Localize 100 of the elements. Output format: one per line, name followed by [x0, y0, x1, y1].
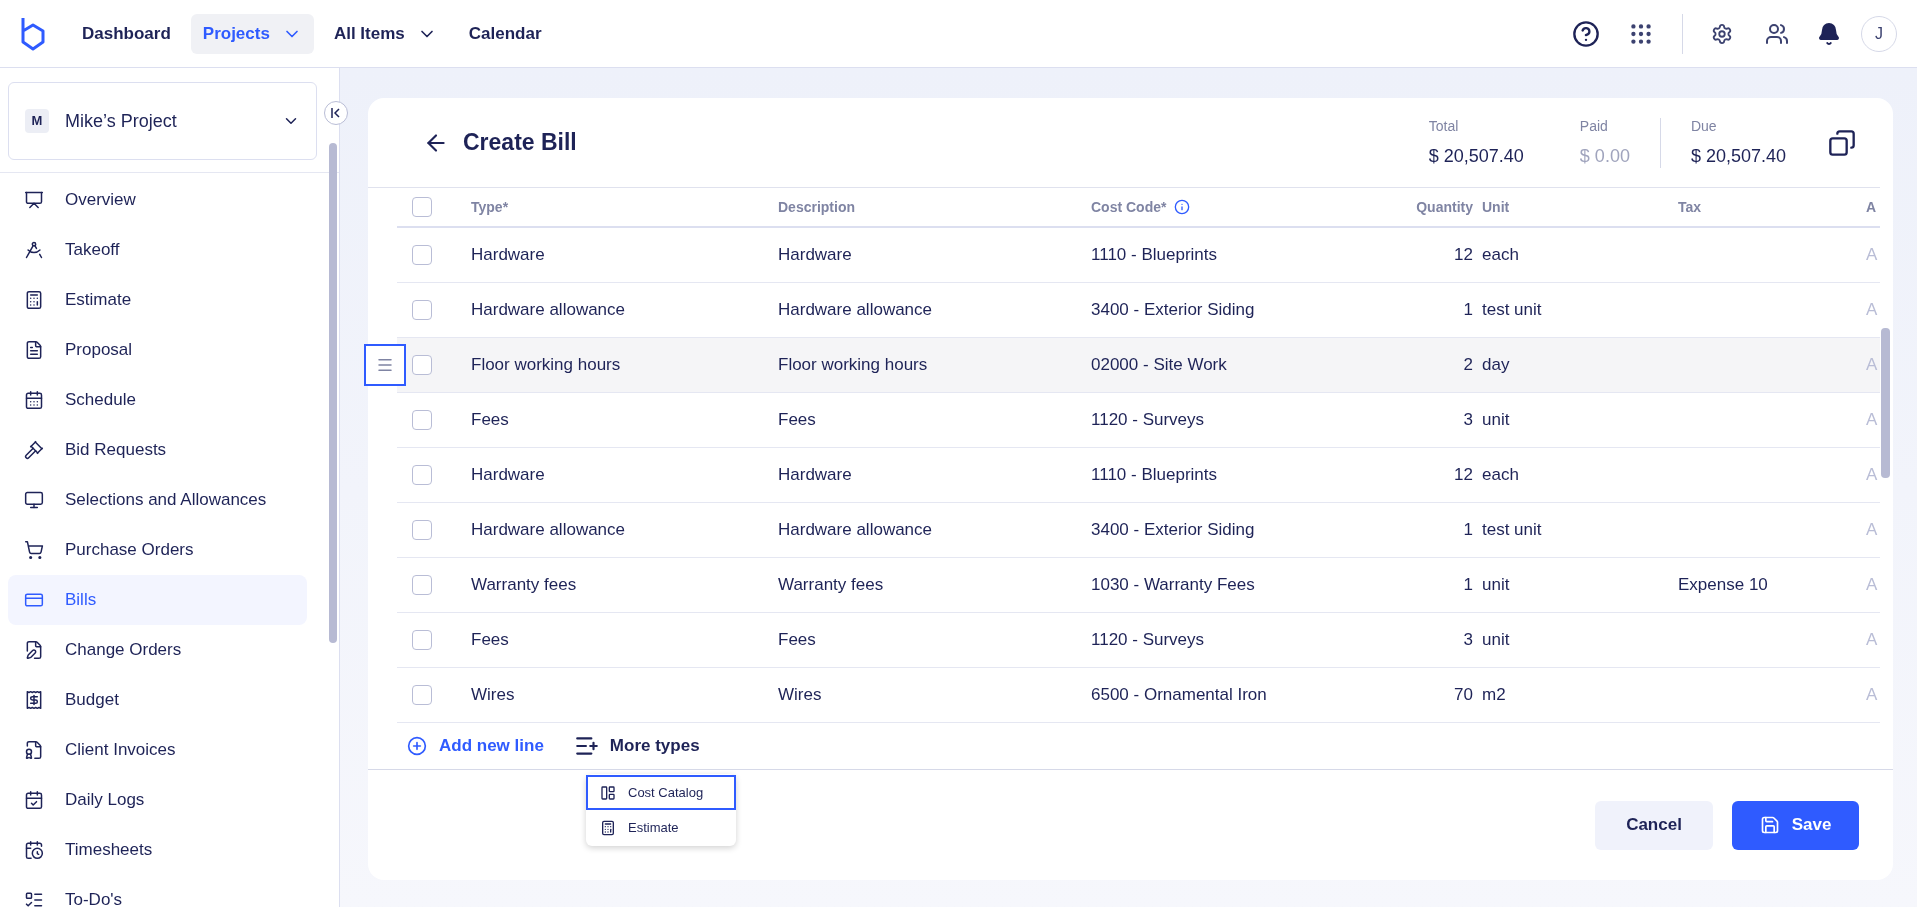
card-icon: [24, 590, 44, 610]
drag-handle[interactable]: [364, 344, 406, 386]
table-cell: Hardware: [471, 245, 545, 265]
table-row[interactable]: Floor working hours Floor working hours 02000 - Site Work 2 day A: [397, 338, 1880, 393]
total-value: $ 0.00: [1579, 144, 1630, 168]
table-cell: Wires: [471, 685, 515, 705]
table-row[interactable]: Hardware allowance Hardware allowance 3400 - Exterior Siding 1 test unit A: [397, 503, 1880, 558]
table-row[interactable]: Hardware Hardware 1110 - Blueprints 12 each A: [397, 228, 1880, 283]
column-header: Unit: [1482, 198, 1510, 215]
easel-icon: [24, 190, 44, 210]
sidebar-item[interactable]: Estimate: [8, 275, 307, 325]
table-row[interactable]: Hardware Hardware 1110 - Blueprints 12 each A: [397, 448, 1880, 503]
select-all-checkbox[interactable]: [412, 197, 432, 217]
users-icon[interactable]: [1765, 21, 1789, 46]
table-cell: test unit: [1482, 300, 1542, 320]
help-icon[interactable]: [1572, 19, 1600, 48]
table-cell: A: [1866, 630, 1878, 650]
nav-tab[interactable]: Calendar: [456, 13, 554, 54]
table-cell: Hardware allowance: [471, 300, 626, 320]
total-value: $ 20,507.40: [1690, 144, 1786, 168]
table-row[interactable]: Fees Fees 1120 - Surveys 3 unit A: [397, 393, 1880, 448]
sidebar-item[interactable]: Client Invoices: [8, 725, 307, 775]
gavel-icon: [24, 440, 44, 460]
nav-tab[interactable]: Projects: [190, 13, 314, 54]
row-checkbox[interactable]: [412, 410, 432, 430]
table-cell: Expense 10: [1678, 575, 1768, 595]
table-cell: Warranty fees: [471, 575, 577, 595]
table-cell: 1: [1463, 575, 1473, 595]
calculator-icon: [600, 819, 616, 836]
add-new-line-button[interactable]: Add new line: [407, 733, 544, 759]
sidebar-item[interactable]: Schedule: [8, 375, 307, 425]
copy-icon[interactable]: [1828, 128, 1856, 157]
table-cell: 3400 - Exterior Siding: [1091, 520, 1255, 540]
row-checkbox[interactable]: [412, 575, 432, 595]
table-cell: 1030 - Warranty Fees: [1091, 575, 1255, 595]
table-cell: unit: [1482, 410, 1510, 430]
nav-tab[interactable]: All Items: [321, 13, 449, 54]
table-cell: 1110 - Blueprints: [1091, 465, 1217, 485]
sidebar-item[interactable]: Proposal: [8, 325, 307, 375]
table-cell: 6500 - Ornamental Iron: [1091, 685, 1267, 705]
save-button[interactable]: Save: [1732, 800, 1859, 850]
nav-tab[interactable]: Dashboard: [70, 13, 183, 54]
settings-icon[interactable]: [1711, 22, 1733, 45]
table-cell: A: [1866, 575, 1878, 595]
table-cell: 2: [1463, 355, 1473, 375]
sidebar-scrollbar[interactable]: [329, 143, 337, 643]
sidebar-item[interactable]: Bid Requests: [8, 425, 307, 475]
sidebar-item[interactable]: Overview: [8, 175, 307, 225]
row-checkbox[interactable]: [412, 245, 432, 265]
table-cell: 12: [1454, 465, 1473, 485]
sidebar-item[interactable]: Purchase Orders: [8, 525, 307, 575]
calendar-check-icon: [24, 790, 44, 810]
sidebar-item[interactable]: Budget: [8, 675, 307, 725]
total-value: $ 20,507.40: [1428, 144, 1524, 168]
logo-icon[interactable]: [20, 15, 46, 52]
info-icon[interactable]: [1174, 199, 1191, 215]
table-cell: A: [1866, 465, 1878, 485]
cart-icon: [24, 540, 44, 560]
menu-item[interactable]: Estimate: [586, 810, 736, 845]
row-checkbox[interactable]: [412, 300, 432, 320]
table-cell: Fees: [778, 630, 816, 650]
cancel-button[interactable]: Cancel: [1595, 800, 1713, 850]
table-scrollbar[interactable]: [1881, 328, 1890, 478]
table-cell: A: [1866, 355, 1878, 375]
column-header: Tax: [1678, 198, 1702, 215]
row-checkbox[interactable]: [412, 685, 432, 705]
row-checkbox[interactable]: [412, 355, 432, 375]
table-cell: m2: [1482, 685, 1506, 705]
table-cell: A: [1866, 300, 1878, 320]
table-cell: 3400 - Exterior Siding: [1091, 300, 1255, 320]
column-header: A: [1866, 198, 1877, 215]
calculator-icon: [24, 290, 44, 310]
row-checkbox[interactable]: [412, 465, 432, 485]
table-cell: 1120 - Surveys: [1091, 410, 1205, 430]
bell-icon[interactable]: [1817, 21, 1841, 46]
table-cell: Floor working hours: [778, 355, 928, 375]
table-cell: Hardware: [778, 245, 852, 265]
column-header: Quantity: [1416, 198, 1473, 215]
table-cell: A: [1866, 685, 1878, 705]
collapse-sidebar-button[interactable]: [324, 101, 348, 125]
table-row[interactable]: Wires Wires 6500 - Ornamental Iron 70 m2 A: [397, 668, 1880, 723]
page-title: Create Bill: [463, 128, 578, 158]
table-cell: Fees: [471, 630, 509, 650]
menu-item[interactable]: Cost Catalog: [586, 775, 736, 810]
sidebar-item[interactable]: Bills: [8, 575, 307, 625]
project-selector[interactable]: M Mike’s Project: [8, 82, 317, 160]
sidebar-item[interactable]: Change Orders: [8, 625, 307, 675]
sidebar-item[interactable]: Takeoff: [8, 225, 307, 275]
more-types-button[interactable]: More types: [573, 733, 700, 759]
row-checkbox[interactable]: [412, 520, 432, 540]
table-cell: Warranty fees: [778, 575, 884, 595]
sidebar-item[interactable]: Selections and Allowances: [8, 475, 307, 525]
drag-handle-icon: [376, 356, 394, 374]
table-row[interactable]: Fees Fees 1120 - Surveys 3 unit A: [397, 613, 1880, 668]
sidebar-item[interactable]: Daily Logs: [8, 775, 307, 825]
plus-circle-icon: [407, 736, 427, 756]
sidebar-item[interactable]: Timesheets: [8, 825, 307, 875]
row-checkbox[interactable]: [412, 630, 432, 650]
sidebar-item[interactable]: To-Do's: [8, 875, 307, 907]
table-row[interactable]: Warranty fees Warranty fees 1030 - Warranty Fees 1 unit Expense 10 A: [397, 558, 1880, 613]
